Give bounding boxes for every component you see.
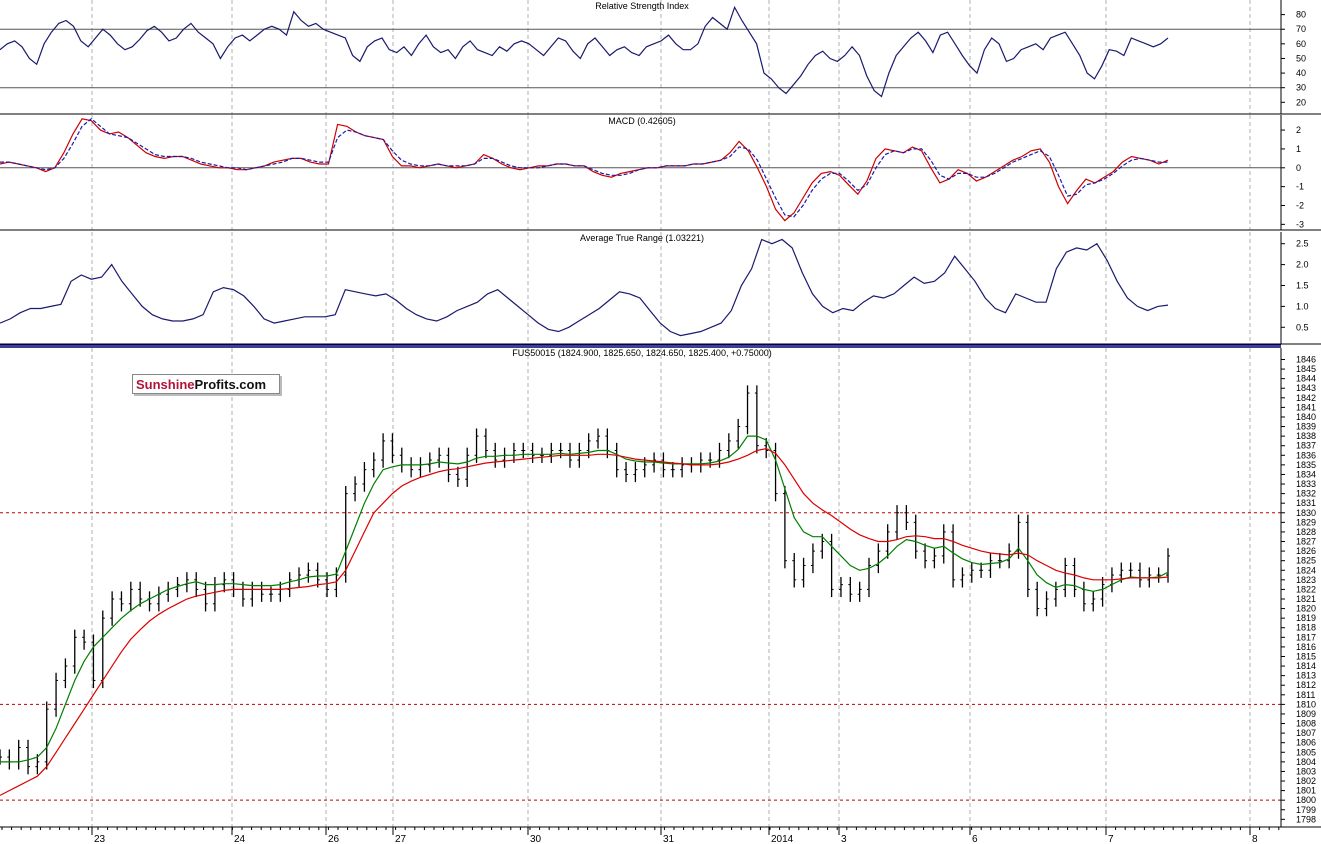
price-tick-label: 1803 — [1296, 766, 1316, 776]
rsi-tick-label: 30 — [1296, 83, 1306, 93]
price-tick-label: 1821 — [1296, 594, 1316, 604]
price-bars — [0, 385, 1170, 775]
atr-tick-label: 1.0 — [1296, 301, 1309, 311]
price-panel: 1798179918001801180218031804180518061807… — [0, 348, 1321, 844]
price-tick-label: 1829 — [1296, 517, 1316, 527]
macd-tick-label: 2 — [1296, 125, 1301, 135]
atr-series-line-0 — [0, 238, 1169, 337]
price-tick-label: 1814 — [1296, 661, 1316, 671]
price-tick-label: 1801 — [1296, 786, 1316, 796]
price-tick-label: 1817 — [1296, 632, 1316, 642]
rsi-tick-label: 50 — [1296, 53, 1306, 63]
macd-series-line-0 — [0, 118, 1169, 222]
price-tick-label: 1819 — [1296, 613, 1316, 623]
indicator-panels: 20304050607080Relative Strength Index-3-… — [0, 0, 1321, 844]
price-series-line-2 — [0, 447, 1169, 796]
price-tick-label: 1815 — [1296, 651, 1316, 661]
x-date-label: 6 — [972, 834, 978, 844]
price-tick-label: 1837 — [1296, 441, 1316, 451]
price-tick-label: 1806 — [1296, 738, 1316, 748]
sunshine-profits-logo: SunshineProfits.com — [132, 374, 280, 394]
price-tick-label: 1832 — [1296, 489, 1316, 499]
atr-tick-label: 2.0 — [1296, 260, 1309, 270]
price-tick-label: 1816 — [1296, 642, 1316, 652]
price-tick-label: 1811 — [1296, 690, 1315, 700]
rsi-tick-label: 80 — [1296, 10, 1306, 20]
macd-tick-label: 1 — [1296, 144, 1301, 154]
macd-tick-label: -3 — [1296, 219, 1304, 229]
price-tick-label: 1845 — [1296, 364, 1316, 374]
rsi-panel: 20 30 40 50 60 70 80 Relative Strength Index — [0, 0, 1321, 115]
rsi-tick-label: 60 — [1296, 39, 1306, 49]
rsi-tick-label: 40 — [1296, 68, 1306, 78]
price-tick-label: 1813 — [1296, 671, 1316, 681]
x-date-label: 8 — [1252, 834, 1258, 844]
price-title: FUS50015 (1824.900, 1825.650, 1824.650, … — [512, 348, 771, 358]
price-tick-label: 1835 — [1296, 460, 1316, 470]
price-tick-label: 1804 — [1296, 757, 1316, 767]
logo-part-1: Sunshine — [136, 377, 195, 392]
price-tick-label: 1818 — [1296, 623, 1316, 633]
price-tick-label: 1831 — [1296, 498, 1316, 508]
price-tick-label: 1807 — [1296, 728, 1316, 738]
price-tick-label: 1800 — [1296, 795, 1316, 805]
price-tick-label: 1830 — [1296, 508, 1316, 518]
rsi-tick-label: 20 — [1296, 97, 1306, 107]
price-tick-label: 1810 — [1296, 699, 1316, 709]
price-tick-label: 1798 — [1296, 814, 1316, 824]
price-tick-label: 1834 — [1296, 469, 1316, 479]
price-tick-label: 1824 — [1296, 565, 1316, 575]
price-tick-label: 1812 — [1296, 680, 1316, 690]
x-date-label: 26 — [328, 834, 340, 844]
price-tick-label: 1820 — [1296, 604, 1316, 614]
chart-area: 20304050607080Relative Strength Index-3-… — [0, 0, 1321, 844]
price-tick-label: 1823 — [1296, 575, 1316, 585]
atr-tick-label: 0.5 — [1296, 322, 1309, 332]
price-series-line-1 — [0, 435, 1169, 763]
macd-tick-label: 0 — [1296, 163, 1301, 173]
price-tick-label: 1809 — [1296, 709, 1316, 719]
macd-title: MACD (0.42605) — [608, 116, 676, 126]
x-date-label: 31 — [663, 834, 675, 844]
price-tick-label: 1833 — [1296, 479, 1316, 489]
price-tick-label: 1805 — [1296, 747, 1316, 757]
macd-tick-label: -1 — [1296, 182, 1304, 192]
x-date-label: 2014 — [771, 834, 794, 844]
price-tick-label: 1841 — [1296, 402, 1316, 412]
atr-title: Average True Range (1.03221) — [580, 233, 704, 243]
rsi-tick-label: 70 — [1296, 24, 1306, 34]
price-tick-label: 1808 — [1296, 719, 1316, 729]
price-tick-label: 1799 — [1296, 805, 1316, 815]
price-tick-label: 1846 — [1296, 354, 1316, 364]
price-tick-label: 1839 — [1296, 422, 1316, 432]
price-tick-label: 1842 — [1296, 393, 1316, 403]
logo-part-2: Profits.com — [194, 377, 267, 392]
atr-tick-label: 2.5 — [1296, 239, 1309, 249]
price-tick-label: 1802 — [1296, 776, 1316, 786]
x-date-label: 3 — [841, 834, 847, 844]
price-tick-label: 1827 — [1296, 537, 1316, 547]
atr-tick-label: 1.5 — [1296, 280, 1309, 290]
rsi-series-line-0 — [0, 5, 1169, 98]
x-date-label: 23 — [94, 834, 106, 844]
price-tick-label: 1838 — [1296, 431, 1316, 441]
macd-panel: -3 -2 -1 0 1 2 MACD (0.42605) — [0, 115, 1321, 231]
price-tick-label: 1840 — [1296, 412, 1316, 422]
macd-tick-label: -2 — [1296, 200, 1304, 210]
price-tick-label: 1828 — [1296, 527, 1316, 537]
x-date-label: 30 — [530, 834, 542, 844]
price-tick-label: 1843 — [1296, 383, 1316, 393]
atr-panel: 0.5 1.0 1.5 2.0 2.5 Average True Range (1.032… — [0, 232, 1321, 345]
price-tick-label: 1825 — [1296, 556, 1316, 566]
x-date-label: 27 — [395, 834, 407, 844]
x-date-label: 24 — [234, 834, 246, 844]
price-tick-label: 1844 — [1296, 374, 1316, 384]
price-tick-label: 1836 — [1296, 450, 1316, 460]
rsi-title: Relative Strength Index — [595, 1, 689, 11]
x-date-label: 7 — [1108, 834, 1114, 844]
price-tick-label: 1822 — [1296, 584, 1316, 594]
price-tick-label: 1826 — [1296, 546, 1316, 556]
